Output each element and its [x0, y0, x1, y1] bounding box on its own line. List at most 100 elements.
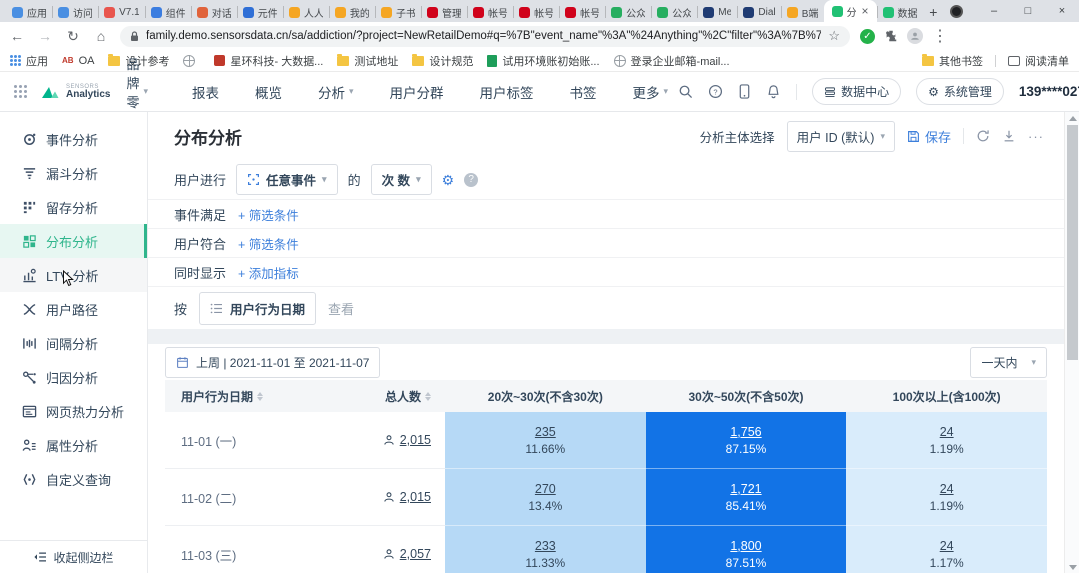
app-launcher-icon[interactable]: [14, 85, 27, 98]
cell-bucket-100plus[interactable]: 24 1.19%: [846, 469, 1047, 526]
window-close-button[interactable]: ×: [1045, 0, 1079, 22]
sidebar-item-retention-analysis[interactable]: 留存分析: [0, 190, 147, 224]
bucket-count[interactable]: 1,721: [730, 482, 761, 496]
window-maximize-button[interactable]: □: [1011, 0, 1045, 22]
granularity-select[interactable]: 一天内 ▾: [970, 346, 1047, 378]
refresh-icon[interactable]: [976, 129, 990, 143]
browser-tab[interactable]: Dial: [737, 2, 780, 22]
bucket-count[interactable]: 1,756: [730, 425, 761, 439]
bucket-count[interactable]: 24: [940, 425, 954, 439]
new-tab-button[interactable]: +: [923, 2, 944, 22]
scrollbar-thumb[interactable]: [1067, 125, 1078, 360]
system-admin-button[interactable]: ⚙ 系统管理: [916, 78, 1004, 105]
total-value[interactable]: 2,057: [400, 547, 431, 561]
browser-tab[interactable]: 子书: [374, 2, 421, 22]
bucket-count[interactable]: 235: [535, 425, 556, 439]
scroll-up-arrow[interactable]: [1065, 112, 1079, 124]
nav-bookmarks[interactable]: 书签: [570, 82, 597, 102]
bookmark-item[interactable]: 测试地址: [337, 53, 398, 69]
bookmark-item[interactable]: 设计规范: [412, 53, 473, 69]
browser-tab-active[interactable]: 分 ×: [823, 0, 877, 22]
adblock-extension-icon[interactable]: ✓: [860, 28, 875, 44]
browser-tab[interactable]: 访问: [52, 2, 98, 22]
date-range-button[interactable]: 上周 | 2021-11-01 至 2021-11-07: [165, 346, 381, 378]
mobile-icon[interactable]: [738, 84, 751, 99]
event-select[interactable]: 任意事件 ▾: [236, 164, 338, 195]
data-center-button[interactable]: 数据中心: [812, 78, 902, 105]
browser-tab[interactable]: 管理: [420, 2, 467, 22]
browser-profile-icon[interactable]: [950, 4, 963, 18]
cell-total[interactable]: 2,057: [325, 526, 445, 573]
help-circle-icon[interactable]: ?: [464, 172, 479, 187]
sidebar-item-custom-query[interactable]: 自定义查询: [0, 462, 147, 496]
sidebar-item-distribution-analysis[interactable]: 分布分析: [0, 224, 147, 258]
browser-tab[interactable]: 公众: [605, 2, 651, 22]
sidebar-item-interval-analysis[interactable]: 间隔分析: [0, 326, 147, 360]
measure-select[interactable]: 次 数 ▾: [370, 164, 432, 195]
nav-analysis[interactable]: 分析 ▾: [318, 82, 354, 102]
add-metric-link[interactable]: + 添加指标: [238, 263, 299, 282]
save-button[interactable]: 保存: [907, 127, 951, 146]
browser-tab[interactable]: 我的: [328, 2, 375, 22]
more-actions-icon[interactable]: ···: [1028, 129, 1044, 144]
sort-icon[interactable]: [257, 391, 264, 401]
browser-avatar-icon[interactable]: [907, 28, 923, 44]
column-header-total[interactable]: 总人数: [325, 388, 445, 405]
add-filter-link[interactable]: + 筛选条件: [238, 234, 299, 253]
bucket-count[interactable]: 233: [535, 539, 556, 553]
browser-tab[interactable]: 帐号: [559, 2, 605, 22]
measure-settings-gear-icon[interactable]: ⚙: [442, 173, 455, 187]
column-header-date[interactable]: 用户行为日期: [165, 388, 325, 405]
cell-bucket-20-30[interactable]: 270 13.4%: [445, 469, 646, 526]
browser-tab[interactable]: 帐号: [467, 2, 513, 22]
vertical-scrollbar[interactable]: [1064, 112, 1079, 573]
nav-overview[interactable]: 概览: [255, 82, 282, 102]
nav-user-tags[interactable]: 用户标签: [480, 82, 534, 102]
bookmark-item[interactable]: AB OA: [62, 55, 94, 67]
sidebar-item-event-analysis[interactable]: 事件分析: [0, 122, 147, 156]
browser-tab[interactable]: 人人: [282, 2, 329, 22]
sidebar-item-web-heatmap-analysis[interactable]: 网页热力分析: [0, 394, 147, 428]
bookmark-star-icon[interactable]: ☆: [828, 28, 840, 44]
cell-bucket-30-50[interactable]: 1,756 87.15%: [645, 412, 847, 469]
total-value[interactable]: 2,015: [400, 433, 431, 447]
sort-icon[interactable]: [425, 391, 431, 401]
subject-select[interactable]: 用户 ID (默认) ▾: [786, 120, 895, 152]
total-value[interactable]: 2,015: [400, 490, 431, 504]
cell-bucket-20-30[interactable]: 235 11.66%: [445, 412, 646, 469]
bucket-count[interactable]: 24: [940, 482, 954, 496]
tab-close-icon[interactable]: ×: [862, 5, 869, 17]
bookmark-item[interactable]: 星环科技- 大数据...: [214, 53, 323, 69]
reload-button[interactable]: ↻: [64, 28, 82, 45]
sidebar-item-attribution-analysis[interactable]: 归因分析: [0, 360, 147, 394]
browser-tab[interactable]: 帐号: [513, 2, 559, 22]
browser-tab[interactable]: B端: [780, 2, 824, 22]
browser-tab[interactable]: 应用: [6, 2, 52, 22]
home-button[interactable]: ⌂: [92, 28, 110, 44]
cell-bucket-20-30[interactable]: 233 11.33%: [445, 526, 646, 573]
account-phone-number[interactable]: 139****0275: [1019, 84, 1079, 99]
search-icon[interactable]: [678, 84, 693, 99]
reading-list-button[interactable]: 阅读清单: [1008, 53, 1069, 69]
forward-button[interactable]: →: [36, 28, 54, 44]
group-by-field-button[interactable]: 用户行为日期: [199, 291, 317, 325]
bucket-count[interactable]: 24: [940, 539, 954, 553]
cell-bucket-100plus[interactable]: 24 1.19%: [846, 412, 1047, 469]
browser-tab[interactable]: 对话: [190, 2, 237, 22]
cell-total[interactable]: 2,015: [325, 412, 445, 469]
bookmark-item[interactable]: 试用环境账初始账...: [487, 53, 600, 69]
address-bar[interactable]: family.demo.sensorsdata.cn/sa/addiction/…: [120, 25, 850, 47]
scroll-down-arrow[interactable]: [1065, 561, 1079, 573]
sensors-analytics-logo[interactable]: SENSORS Analytics: [41, 84, 110, 100]
browser-tab[interactable]: 公众: [651, 2, 697, 22]
nav-more[interactable]: 更多 ▾: [633, 82, 669, 102]
browser-tab[interactable]: Me: [697, 2, 737, 22]
browser-tab[interactable]: 组件: [144, 2, 191, 22]
help-icon[interactable]: ?: [708, 84, 723, 99]
other-bookmarks-button[interactable]: 其他书签: [922, 53, 983, 69]
notification-bell-icon[interactable]: [766, 84, 781, 99]
cell-bucket-30-50[interactable]: 1,721 85.41%: [645, 469, 847, 526]
sidebar-item-funnel-analysis[interactable]: 漏斗分析: [0, 156, 147, 190]
browser-tab[interactable]: 数据: [876, 2, 923, 22]
nav-user-segments[interactable]: 用户分群: [390, 82, 444, 102]
